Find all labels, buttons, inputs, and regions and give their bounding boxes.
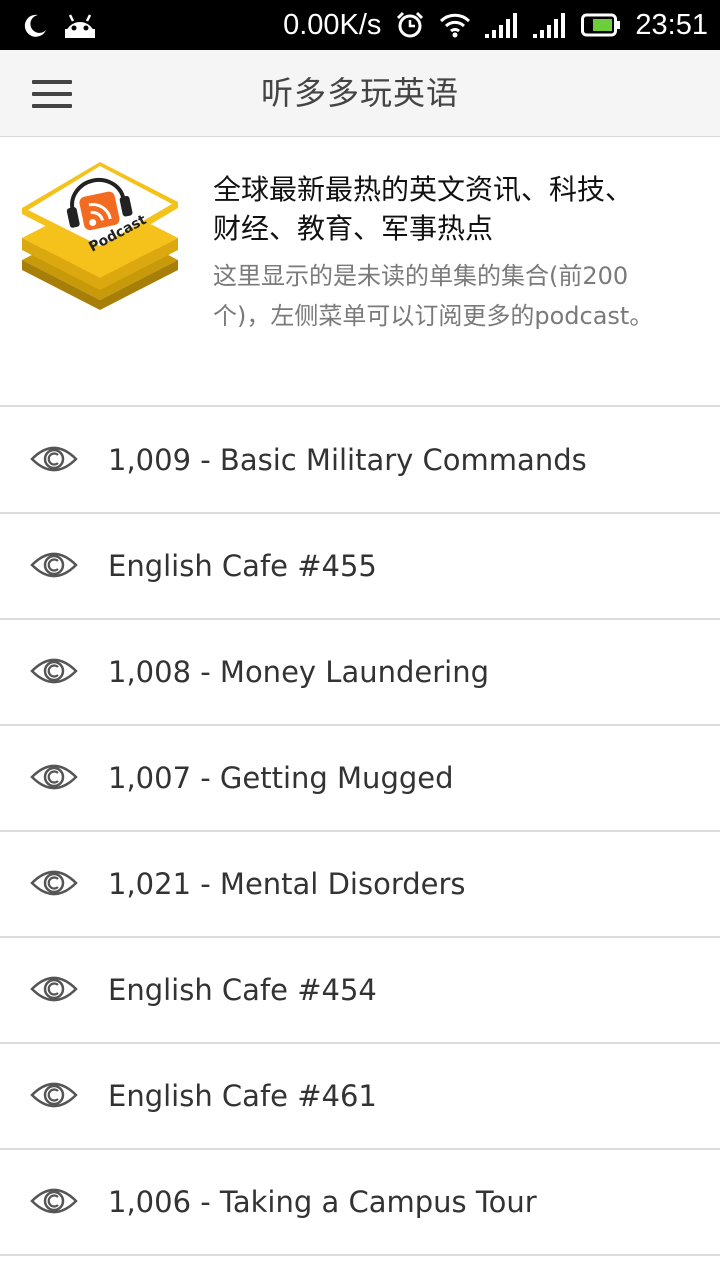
episode-title: English Cafe #454 [108,973,377,1007]
eye-icon [30,1185,78,1217]
episode-title: English Cafe #461 [108,1079,377,1113]
episode-title: 1,009 - Basic Military Commands [108,443,587,477]
eye-icon [30,761,78,793]
android-icon [62,11,98,39]
episode-title: 1,007 - Getting Mugged [108,761,454,795]
eye-icon [30,867,78,899]
podcast-header: Podcast 全球最新最热的英文资讯、科技、财经、教育、军事热点 这里显示的是… [0,138,720,407]
list-item[interactable]: 1,006 - Taking a Campus Tour [0,1150,720,1256]
list-item[interactable]: 1,021 - Mental Disorders [0,832,720,938]
episode-title: 1,008 - Money Laundering [108,655,489,689]
app-title: 听多多玩英语 [260,74,459,112]
list-item[interactable]: English Cafe #455 [0,514,720,620]
header-headline: 全球最新最热的英文资讯、科技、财经、教育、军事热点 [213,173,634,245]
eye-icon [30,549,78,581]
list-item[interactable]: English Cafe #454 [0,938,720,1044]
eye-icon [30,655,78,687]
app-bar: 听多多玩英语 [0,50,720,137]
signal-icon [533,12,567,38]
moon-icon [22,12,48,38]
eye-icon [30,973,78,1005]
battery-icon [581,13,621,37]
signal-icon [485,12,519,38]
wifi-icon [439,12,471,38]
list-item[interactable]: 1,008 - Money Laundering [0,620,720,726]
alarm-icon [395,10,425,40]
clock: 23:51 [635,8,708,41]
podcast-logo: Podcast [18,158,182,318]
list-item[interactable]: 1,007 - Getting Mugged [0,726,720,832]
episode-title: 1,006 - Taking a Campus Tour [108,1185,537,1219]
episode-title: 1,021 - Mental Disorders [108,867,466,901]
status-bar: 0.00K/s 23:51 [0,0,720,50]
header-description: 这里显示的是未读的单集的集合(前200个)，左侧菜单可以订阅更多的podcast… [213,262,654,330]
episode-list: 1,009 - Basic Military Commands English … [0,408,720,1256]
episode-title: English Cafe #455 [108,549,377,583]
eye-icon [30,1079,78,1111]
eye-icon [30,443,78,475]
network-speed: 0.00K/s [283,8,382,41]
list-item[interactable]: English Cafe #461 [0,1044,720,1150]
list-item[interactable]: 1,009 - Basic Military Commands [0,408,720,514]
